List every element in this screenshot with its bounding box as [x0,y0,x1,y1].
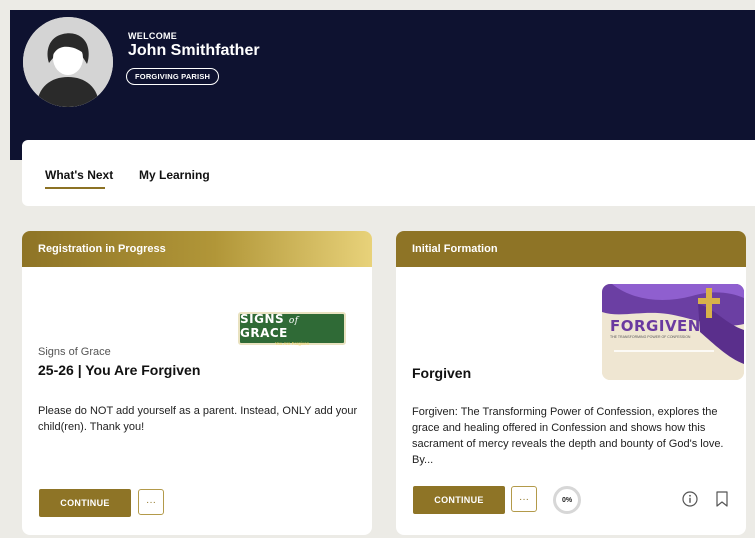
course-title[interactable]: 25-26 | You Are Forgiven [38,362,200,378]
course-thumbnail[interactable]: SIGNS of GRACE You Are Forgiven [238,311,346,346]
user-avatar-icon [23,17,113,107]
more-options-button[interactable]: ··· [138,489,164,515]
course-description: Forgiven: The Transforming Power of Conf… [412,406,724,466]
course-program: Signs of Grace [38,346,111,358]
card-header: Registration in Progress [22,231,372,267]
progress-indicator: 0% [553,486,581,514]
parish-badge[interactable]: FORGIVING PARISH [126,68,220,85]
course-title[interactable]: Forgiven [412,365,471,381]
tab-my-learning[interactable]: My Learning [139,168,210,182]
tab-whats-next[interactable]: What's Next [45,168,113,182]
course-thumbnail[interactable]: FORGIVEN THE TRANSFORMING POWER OF CONFE… [602,284,744,380]
more-options-button[interactable]: ··· [511,486,537,512]
card-header: Initial Formation [396,231,746,267]
thumbnail-logo-text: SIGNS of GRACE [240,311,299,340]
welcome-label: WELCOME [128,31,178,41]
continue-button[interactable]: CONTINUE [39,489,131,517]
profile-header: WELCOME John Smithfather FORGIVING PARIS… [10,10,755,160]
tabs-bar: What's Next My Learning [22,140,755,206]
thumbnail-logo-text: FORGIVEN [610,317,701,335]
active-tab-indicator [45,187,105,189]
continue-button[interactable]: CONTINUE [413,486,505,514]
thumbnail-tagline: You Are Forgiven [274,340,310,346]
avatar[interactable] [23,17,113,107]
course-card-forgiven: Initial Formation FORGIVEN THE TRANSFORM… [396,231,746,535]
course-card-signs-of-grace: Registration in Progress SIGNS of GRACE … [22,231,372,535]
user-name: John Smithfather [128,42,260,59]
thumbnail-tagline: THE TRANSFORMING POWER OF CONFESSION [610,335,691,339]
course-description: Please do NOT add yourself as a parent. … [38,405,358,433]
info-icon[interactable] [682,491,698,507]
bookmark-icon[interactable] [716,491,728,507]
